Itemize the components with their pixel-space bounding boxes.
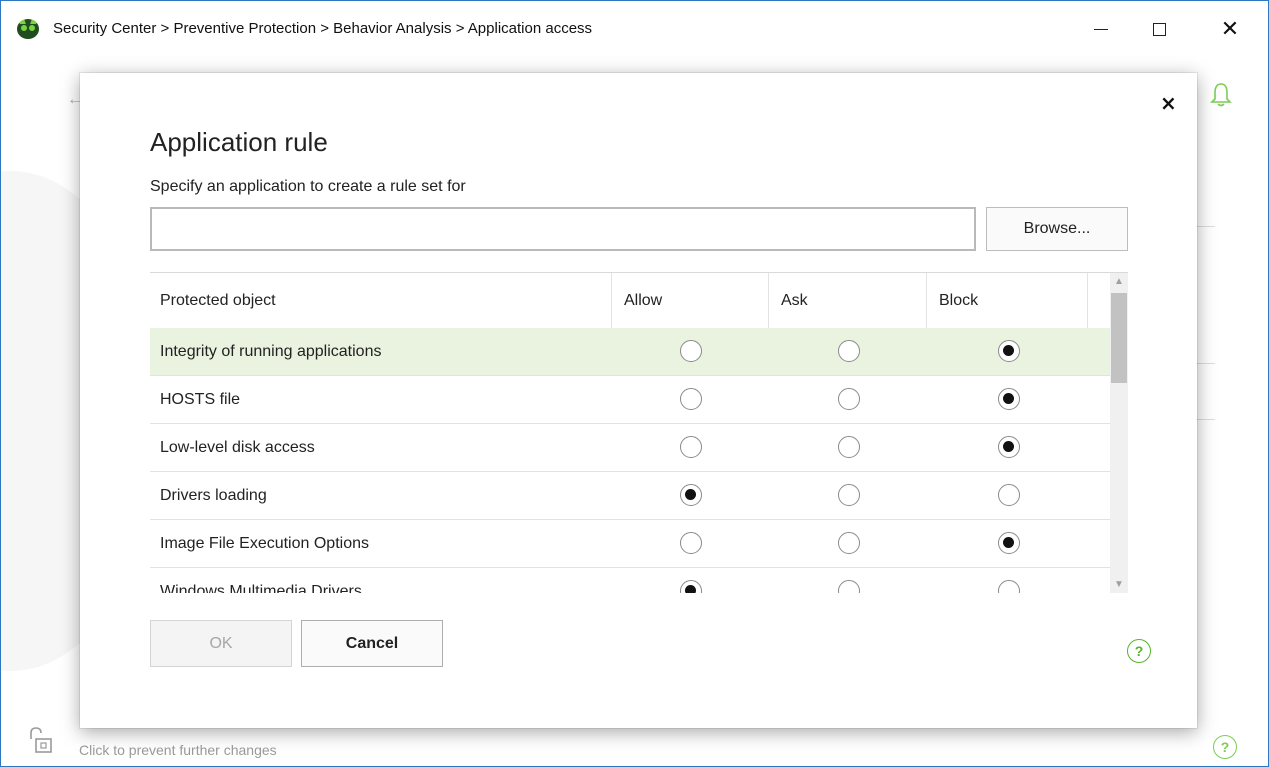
protected-object-name: Windows Multimedia Drivers xyxy=(160,582,362,594)
column-header-block[interactable]: Block xyxy=(927,273,1088,328)
radio-allow[interactable] xyxy=(680,436,702,458)
radio-block[interactable] xyxy=(998,436,1020,458)
radio-allow[interactable] xyxy=(680,580,702,593)
protected-object-name: Image File Execution Options xyxy=(160,534,369,552)
radio-block[interactable] xyxy=(998,484,1020,506)
maximize-icon[interactable] xyxy=(1139,13,1179,45)
footer-lock-text[interactable]: Click to prevent further changes xyxy=(79,742,277,758)
radio-block[interactable] xyxy=(998,388,1020,410)
radio-allow[interactable] xyxy=(680,340,702,362)
table-row[interactable]: Integrity of running applications xyxy=(150,328,1110,376)
help-icon[interactable]: ? xyxy=(1127,639,1151,663)
application-field-label: Specify an application to create a rule … xyxy=(150,178,466,195)
radio-block[interactable] xyxy=(998,340,1020,362)
radio-ask[interactable] xyxy=(838,580,860,593)
cancel-button[interactable]: Cancel xyxy=(301,620,443,667)
title-bar: Security Center > Preventive Protection … xyxy=(1,1,1268,57)
scroll-up-icon[interactable]: ▲ xyxy=(1110,273,1128,290)
table-row[interactable]: Drivers loading xyxy=(150,472,1110,520)
table-row[interactable]: HOSTS file xyxy=(150,376,1110,424)
radio-allow[interactable] xyxy=(680,388,702,410)
column-header-ask[interactable]: Ask xyxy=(769,273,927,328)
radio-block[interactable] xyxy=(998,580,1020,593)
background-divider xyxy=(1197,363,1215,364)
scrollbar-thumb[interactable] xyxy=(1111,293,1127,383)
radio-ask[interactable] xyxy=(838,532,860,554)
protected-object-name: HOSTS file xyxy=(160,390,241,408)
help-icon[interactable]: ? xyxy=(1213,735,1237,759)
ok-button[interactable]: OK xyxy=(150,620,292,667)
application-rule-dialog: × Application rule Specify an applicatio… xyxy=(80,73,1197,728)
vertical-scrollbar[interactable]: ▲ ▼ xyxy=(1110,273,1128,593)
app-window: Security Center > Preventive Protection … xyxy=(0,0,1269,767)
browse-button[interactable]: Browse... xyxy=(986,207,1128,251)
close-icon[interactable]: ✕ xyxy=(1210,13,1250,45)
application-path-input[interactable] xyxy=(150,207,976,251)
protected-object-name: Drivers loading xyxy=(160,486,267,504)
protected-object-name: Low-level disk access xyxy=(160,438,315,456)
radio-ask[interactable] xyxy=(838,484,860,506)
close-icon[interactable]: × xyxy=(1160,91,1177,115)
rules-table: Protected object Allow Ask Block Integri… xyxy=(150,272,1128,593)
dialog-title: Application rule xyxy=(150,127,328,157)
app-logo-icon xyxy=(17,19,39,39)
radio-allow[interactable] xyxy=(680,484,702,506)
radio-block[interactable] xyxy=(998,532,1020,554)
lock-icon[interactable] xyxy=(27,727,53,753)
background-divider xyxy=(1197,226,1215,227)
background-divider xyxy=(1197,419,1215,420)
minimize-icon[interactable] xyxy=(1081,13,1121,45)
table-body: Integrity of running applications HOSTS f… xyxy=(150,328,1110,593)
scroll-down-icon[interactable]: ▼ xyxy=(1110,576,1128,593)
bell-icon[interactable] xyxy=(1209,81,1233,109)
table-row[interactable]: Low-level disk access xyxy=(150,424,1110,472)
table-row[interactable]: Image File Execution Options xyxy=(150,520,1110,568)
table-row[interactable]: Windows Multimedia Drivers xyxy=(150,568,1110,593)
radio-ask[interactable] xyxy=(838,388,860,410)
radio-ask[interactable] xyxy=(838,340,860,362)
breadcrumb: Security Center > Preventive Protection … xyxy=(53,20,593,37)
radio-allow[interactable] xyxy=(680,532,702,554)
protected-object-name: Integrity of running applications xyxy=(160,342,382,360)
radio-ask[interactable] xyxy=(838,436,860,458)
column-header-allow[interactable]: Allow xyxy=(612,273,769,328)
table-header: Protected object Allow Ask Block xyxy=(150,273,1110,329)
column-header-protected-object[interactable]: Protected object xyxy=(150,273,612,328)
